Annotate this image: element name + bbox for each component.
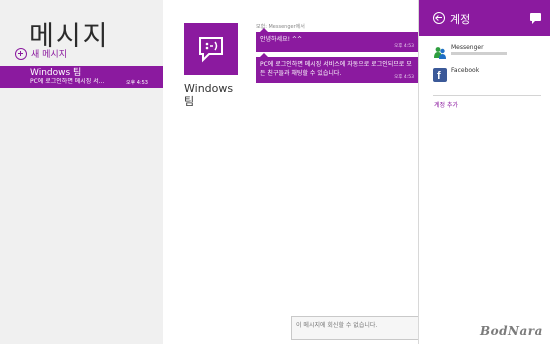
add-icon	[15, 47, 27, 60]
flyout-header: 계정	[419, 0, 550, 36]
conversation-list-pane: 메시지 새 메시지 Windows 팀 PC에 로그인하면 메시징 서... 오…	[0, 0, 163, 344]
reply-input[interactable]: 이 메시지에 회신할 수 없습니다.	[291, 316, 420, 340]
divider	[433, 95, 541, 96]
account-item-facebook[interactable]: f Facebook	[433, 67, 543, 87]
conversation-time: 오후 4:53	[125, 80, 148, 86]
flyout-title: 계정	[450, 13, 471, 26]
facebook-icon: f	[433, 68, 447, 82]
conversation-item[interactable]: Windows 팀 PC에 로그인하면 메시징 서... 오후 4:53	[0, 66, 163, 88]
chat-icon[interactable]	[530, 13, 541, 24]
back-arrow-icon[interactable]	[433, 12, 445, 24]
conversation-name: Windows 팀	[30, 68, 82, 78]
accounts-flyout: 계정 Messenger f Facebook 계정 추가	[418, 0, 550, 344]
account-name: Facebook	[451, 67, 480, 74]
watermark-logo: BodNara	[480, 324, 543, 338]
account-name: Messenger	[451, 44, 484, 51]
new-message-label: 새 메시지	[31, 50, 67, 60]
reply-placeholder: 이 메시지에 회신할 수 없습니다.	[296, 322, 378, 329]
account-item-messenger[interactable]: Messenger	[433, 44, 543, 64]
contact-name-line1: Windows	[184, 82, 234, 95]
message-bubble: 안녕하세요! ^^ 오후 4:53	[256, 28, 418, 52]
message-time: 오후 4:53	[394, 75, 414, 80]
contact-avatar	[184, 23, 238, 75]
message-text: 안녕하세요! ^^	[260, 36, 302, 43]
contact-name-line2: 팀	[184, 95, 195, 108]
message-time: 오후 4:53	[394, 44, 414, 49]
add-account-link[interactable]: 계정 추가	[434, 100, 458, 109]
message-text: PC에 로그인하면 메시징 서비스에 자동으로 로그인되므로 모든 친구들과 채…	[260, 61, 412, 77]
contact-name: Windows 팀	[184, 82, 233, 108]
message-bubble: PC에 로그인하면 메시징 서비스에 자동으로 로그인되므로 모든 친구들과 채…	[256, 53, 418, 83]
emoticon-chat-icon	[199, 37, 223, 63]
new-message-button[interactable]: 새 메시지	[15, 47, 67, 60]
messaging-app: 메시지 새 메시지 Windows 팀 PC에 로그인하면 메시징 서... 오…	[0, 0, 550, 344]
account-email-redacted	[451, 52, 507, 55]
conversation-preview: PC에 로그인하면 메시징 서...	[30, 78, 105, 85]
messenger-icon	[433, 45, 447, 59]
